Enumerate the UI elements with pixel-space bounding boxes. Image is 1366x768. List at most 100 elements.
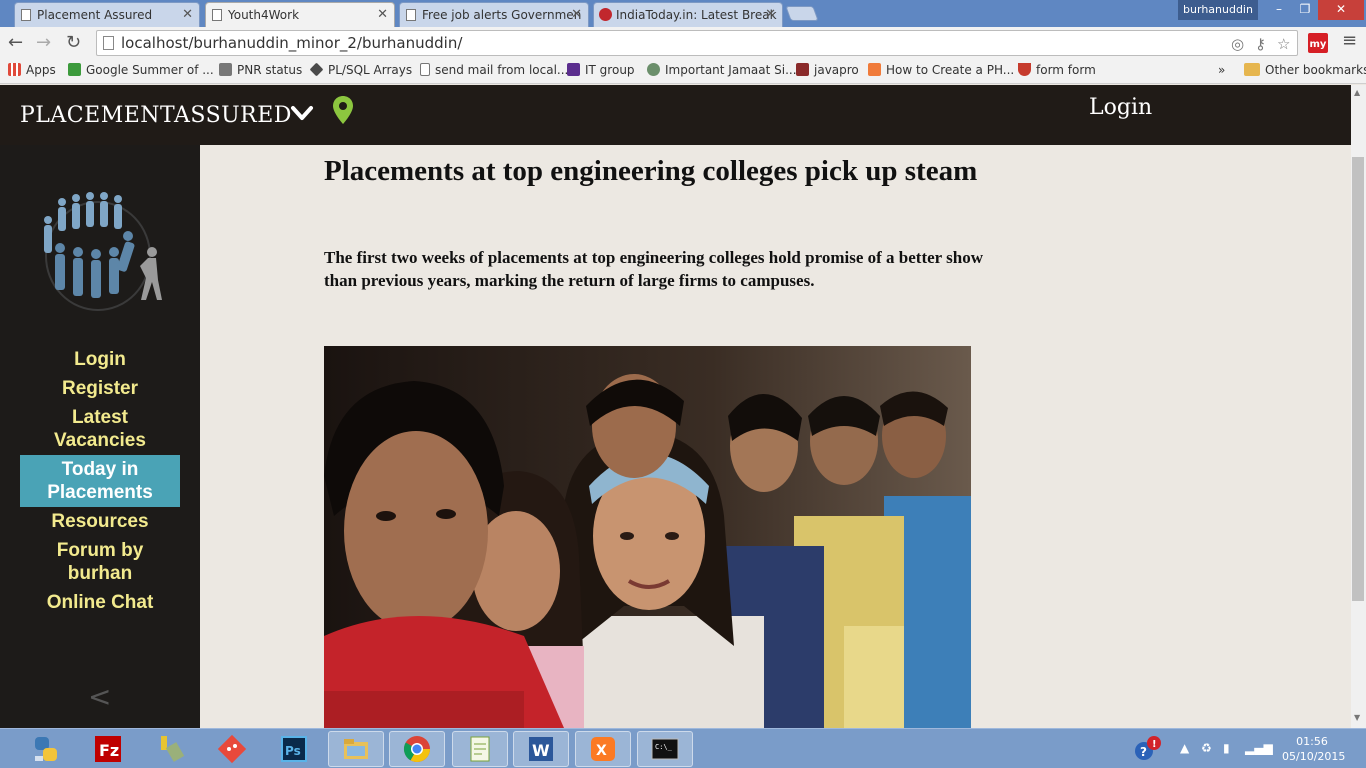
people-group-logo: [44, 192, 162, 311]
browser-tab[interactable]: Free job alerts Governmen ✕: [399, 2, 589, 27]
page-icon: [406, 9, 416, 21]
page-icon: [420, 63, 430, 76]
close-icon[interactable]: ✕: [377, 7, 388, 22]
sidebar: Login Register Latest Vacancies Today in…: [0, 145, 200, 728]
bookmark-item[interactable]: How to Create a PH...: [868, 63, 1014, 77]
brand-light: PLACEMENT: [20, 103, 174, 128]
star-icon[interactable]: ☆: [1277, 35, 1290, 53]
notepad-icon[interactable]: [452, 731, 508, 767]
back-icon[interactable]: ←: [8, 32, 23, 53]
folder-icon: [1244, 63, 1260, 76]
close-icon[interactable]: ✕: [765, 7, 776, 22]
svg-text:Ps: Ps: [285, 744, 301, 758]
git-icon[interactable]: [204, 731, 260, 767]
sync-icon[interactable]: ♻: [1201, 741, 1212, 755]
students-queue-photo: [324, 346, 971, 728]
window-close-icon[interactable]: ✕: [1318, 0, 1364, 20]
filezilla-icon[interactable]: Fz: [80, 731, 136, 767]
k-icon: [796, 63, 809, 76]
chrome-icon[interactable]: [389, 731, 445, 767]
gsoc-icon: [68, 63, 81, 76]
person-icon: [647, 63, 660, 76]
profile-button[interactable]: burhanuddin: [1178, 0, 1258, 20]
browser-tab-strip: Placement Assured ✕ Youth4Work ✕ Free jo…: [0, 0, 1366, 27]
address-bar[interactable]: localhost/burhanuddin_minor_2/burhanuddi…: [96, 30, 1298, 56]
header-login-link[interactable]: Login: [1089, 95, 1152, 120]
diamond-icon: [309, 62, 324, 77]
scroll-down-icon[interactable]: ▼: [1354, 713, 1360, 722]
bookmark-item[interactable]: send mail from local...: [420, 63, 568, 77]
key-icon[interactable]: ⚷: [1255, 35, 1266, 53]
url-text: localhost/burhanuddin_minor_2/burhanuddi…: [121, 34, 463, 52]
apps-icon: [8, 63, 21, 76]
collapse-sidebar-icon[interactable]: <: [88, 680, 111, 713]
reload-icon[interactable]: ↻: [66, 32, 81, 53]
browser-tab[interactable]: IndiaToday.in: Latest Break ✕: [593, 2, 783, 27]
brand-bold: ASSURED: [174, 103, 292, 128]
bookmark-item[interactable]: IT group: [567, 63, 635, 77]
sidebar-nav: Login Register Latest Vacancies Today in…: [20, 345, 180, 617]
bookmark-item[interactable]: Important Jamaat Si...: [647, 63, 797, 77]
forward-icon[interactable]: →: [36, 32, 51, 53]
my-extension-icon[interactable]: my: [1308, 33, 1328, 53]
sidebar-item-register[interactable]: Register: [20, 374, 180, 403]
minimize-icon[interactable]: –: [1266, 0, 1292, 20]
page-icon: [21, 9, 31, 21]
svg-text:X: X: [596, 743, 607, 759]
word-icon[interactable]: W: [513, 731, 569, 767]
svg-text:?: ?: [1140, 745, 1147, 759]
bookmark-item[interactable]: javapro: [796, 63, 859, 77]
maximize-icon[interactable]: ❐: [1292, 0, 1318, 20]
svg-text:W: W: [532, 741, 550, 760]
clock-time: 01:56: [1296, 735, 1328, 748]
help-alert-icon[interactable]: ? !: [1134, 735, 1162, 763]
command-prompt-icon[interactable]: C:\_: [637, 731, 693, 767]
bookmark-item[interactable]: PL/SQL Arrays: [309, 62, 412, 77]
page-icon: [212, 9, 222, 21]
chevron-down-icon[interactable]: [290, 103, 314, 123]
browser-tab-active[interactable]: Youth4Work ✕: [205, 2, 395, 27]
tab-title: Placement Assured: [37, 8, 153, 22]
sidebar-item-latest-vacancies[interactable]: Latest Vacancies: [20, 403, 180, 455]
tray-expand-icon[interactable]: ▲: [1180, 741, 1189, 755]
taskbar-clock[interactable]: 01:56 05/10/2015: [1282, 734, 1345, 764]
tools-icon[interactable]: [142, 731, 198, 767]
form-icon: [1018, 63, 1031, 76]
sidebar-item-resources[interactable]: Resources: [20, 507, 180, 536]
article-summary: The first two weeks of placements at top…: [324, 248, 983, 290]
photoshop-icon[interactable]: Ps: [266, 731, 322, 767]
train-icon: [219, 63, 232, 76]
svg-text:!: !: [1152, 739, 1157, 750]
article-headline: Placements at top engineering colleges p…: [324, 155, 978, 187]
bookmark-item[interactable]: form form: [1018, 63, 1096, 77]
site-logo-text[interactable]: PLACEMENTASSURED: [20, 103, 292, 128]
browser-tab[interactable]: Placement Assured ✕: [14, 2, 200, 27]
location-pin-icon[interactable]: [332, 95, 354, 125]
plus-icon: [868, 63, 881, 76]
file-explorer-icon[interactable]: [328, 731, 384, 767]
sidebar-item-login[interactable]: Login: [20, 345, 180, 374]
bookmarks-overflow[interactable]: »: [1218, 63, 1225, 77]
new-tab-button[interactable]: [785, 6, 819, 21]
battery-icon[interactable]: ▮: [1223, 741, 1230, 755]
page-scrollbar[interactable]: ▲ ▼: [1351, 85, 1366, 728]
close-icon[interactable]: ✕: [182, 7, 193, 22]
network-signal-icon[interactable]: ▂▄▆: [1245, 741, 1273, 755]
indiatoday-icon: [599, 8, 612, 21]
close-icon[interactable]: ✕: [571, 7, 582, 22]
other-bookmarks[interactable]: Other bookmarks: [1244, 63, 1366, 77]
sidebar-item-online-chat[interactable]: Online Chat: [20, 588, 180, 617]
location-icon[interactable]: ◎: [1231, 35, 1244, 53]
bookmark-item[interactable]: Google Summer of ...: [68, 63, 214, 77]
bookmark-item[interactable]: Apps: [8, 63, 56, 77]
sidebar-item-forum[interactable]: Forum by burhan: [20, 536, 180, 588]
scroll-up-icon[interactable]: ▲: [1354, 88, 1360, 97]
xampp-icon[interactable]: X: [575, 731, 631, 767]
scroll-thumb[interactable]: [1352, 157, 1364, 601]
menu-icon[interactable]: ≡: [1342, 30, 1357, 51]
bookmark-item[interactable]: PNR status: [219, 63, 302, 77]
python-icon[interactable]: [18, 731, 74, 767]
page-icon: [103, 36, 114, 50]
tab-title: IndiaToday.in: Latest Break: [616, 8, 777, 22]
sidebar-item-today-in-placements[interactable]: Today in Placements: [20, 455, 180, 507]
